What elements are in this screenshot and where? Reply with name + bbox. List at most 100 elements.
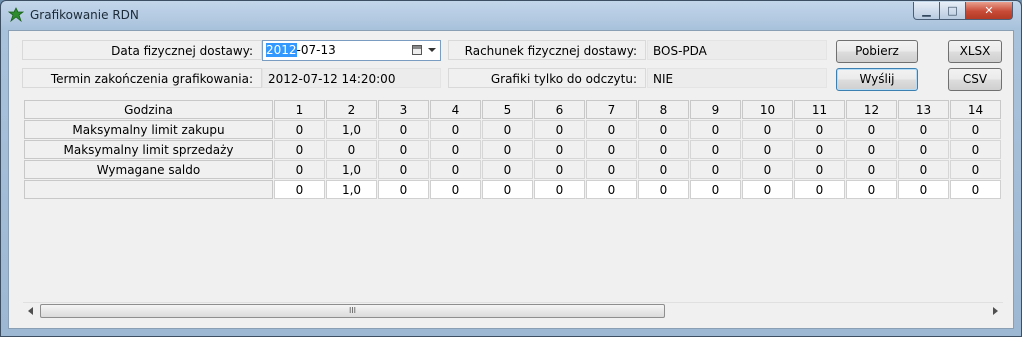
column-header-hour[interactable]: 10 (742, 100, 793, 119)
table-cell: 0 (638, 160, 689, 179)
scroll-thumb[interactable]: III (40, 304, 665, 318)
scroll-right-icon[interactable] (993, 307, 998, 315)
row-label: Maksymalny limit zakupu (24, 120, 273, 139)
column-header-hour[interactable]: 5 (482, 100, 533, 119)
maximize-icon: □ (947, 4, 958, 17)
editable-cell[interactable]: 1,0 (326, 180, 377, 199)
column-header-hour[interactable]: 12 (846, 100, 897, 119)
table-cell: 0 (794, 120, 845, 139)
row-label: Wymagane saldo (24, 160, 273, 179)
table-cell: 0 (638, 120, 689, 139)
table-cell: 0 (690, 120, 741, 139)
xlsx-button[interactable]: XLSX (948, 40, 1002, 63)
editable-cell[interactable]: 0 (586, 180, 637, 199)
minimize-icon: ▁ (922, 4, 931, 17)
csv-button[interactable]: CSV (948, 68, 1002, 91)
readonly-value: NIE (647, 68, 827, 88)
column-header-hour[interactable]: 9 (690, 100, 741, 119)
grid-header-row: Godzina 1 2 3 4 5 6 7 8 9 10 11 12 13 14 (24, 100, 1001, 119)
editable-cell[interactable]: 0 (742, 180, 793, 199)
table-cell: 0 (378, 160, 429, 179)
input-row: 0 1,0 0 0 0 0 0 0 0 0 0 0 0 0 (24, 180, 1001, 199)
table-cell: 0 (742, 120, 793, 139)
close-icon: ✕ (984, 4, 994, 17)
table-cell: 0 (586, 140, 637, 159)
table-cell: 0 (742, 160, 793, 179)
editable-cell[interactable]: 0 (898, 180, 949, 199)
table-cell: 1,0 (326, 160, 377, 179)
calendar-icon[interactable] (412, 45, 422, 55)
chevron-down-icon[interactable] (428, 48, 436, 52)
table-row: Maksymalny limit zakupu 0 1,0 0 0 0 0 0 0 0 0 0 0 0 0 (24, 120, 1001, 139)
table-cell: 0 (274, 120, 325, 139)
fetch-button[interactable]: Pobierz (836, 40, 918, 63)
minimize-button[interactable]: ▁ (913, 2, 940, 20)
table-cell: 0 (378, 140, 429, 159)
client-area: Data fizycznej dostawy: 2012-07-13 Rachu… (8, 30, 1014, 329)
column-header-hour[interactable]: 4 (430, 100, 481, 119)
editable-cell[interactable]: 0 (638, 180, 689, 199)
date-picker[interactable]: 2012-07-13 (262, 40, 441, 61)
table-cell: 0 (534, 120, 585, 139)
table-row: Maksymalny limit sprzedaży 0 0 0 0 0 0 0 0 0 0 0 0 0 0 (24, 140, 1001, 159)
column-header-hour[interactable]: 1 (274, 100, 325, 119)
account-value: BOS-PDA (647, 40, 827, 60)
title-bar[interactable]: Grafikowanie RDN ▁ □ ✕ (1, 1, 1021, 29)
input-row-label (24, 180, 273, 199)
table-cell: 0 (898, 120, 949, 139)
horizontal-scrollbar[interactable]: III (23, 302, 1003, 320)
table-cell: 0 (534, 140, 585, 159)
hours-grid: Godzina 1 2 3 4 5 6 7 8 9 10 11 12 13 14 Maksymalny lim… (23, 99, 1002, 200)
table-cell: 0 (326, 140, 377, 159)
table-cell: 0 (586, 160, 637, 179)
table-cell: 0 (430, 160, 481, 179)
close-button[interactable]: ✕ (965, 2, 1013, 20)
table-cell: 0 (846, 140, 897, 159)
table-cell: 0 (430, 140, 481, 159)
column-header-hour[interactable]: 11 (794, 100, 845, 119)
green-leaf-icon (8, 7, 24, 23)
editable-cell[interactable]: 0 (430, 180, 481, 199)
app-window: Grafikowanie RDN ▁ □ ✕ Data fizycznej do… (0, 0, 1022, 337)
column-header-hour[interactable]: 7 (586, 100, 637, 119)
editable-cell[interactable]: 0 (274, 180, 325, 199)
table-cell: 0 (482, 120, 533, 139)
table-cell: 0 (950, 120, 1001, 139)
deadline-value: 2012-07-12 14:20:00 (262, 68, 441, 88)
editable-cell[interactable]: 0 (794, 180, 845, 199)
date-rest: -07-13 (296, 43, 336, 57)
table-cell: 0 (378, 120, 429, 139)
editable-cell[interactable]: 0 (950, 180, 1001, 199)
column-header-hour[interactable]: 2 (326, 100, 377, 119)
editable-cell[interactable]: 0 (534, 180, 585, 199)
table-cell: 0 (274, 160, 325, 179)
editable-cell[interactable]: 0 (846, 180, 897, 199)
table-cell: 0 (690, 160, 741, 179)
column-header-hour[interactable]: 8 (638, 100, 689, 119)
editable-cell[interactable]: 0 (482, 180, 533, 199)
table-cell: 0 (794, 140, 845, 159)
window-title: Grafikowanie RDN (30, 8, 139, 22)
editable-cell[interactable]: 0 (378, 180, 429, 199)
column-header-hour[interactable]: 3 (378, 100, 429, 119)
maximize-button[interactable]: □ (939, 2, 966, 20)
table-cell: 0 (690, 140, 741, 159)
table-cell: 0 (898, 140, 949, 159)
table-cell: 0 (534, 160, 585, 179)
table-cell: 0 (430, 120, 481, 139)
readonly-label: Grafiki tylko do odczytu: (448, 68, 646, 88)
table-cell: 0 (274, 140, 325, 159)
column-header-hour[interactable]: 6 (534, 100, 585, 119)
table-cell: 0 (950, 140, 1001, 159)
scroll-left-icon[interactable] (28, 307, 33, 315)
table-cell: 0 (898, 160, 949, 179)
table-row: Wymagane saldo 0 1,0 0 0 0 0 0 0 0 0 0 0 0 0 (24, 160, 1001, 179)
column-header-hour[interactable]: 13 (898, 100, 949, 119)
send-button[interactable]: Wyślij (836, 68, 918, 91)
row-label: Maksymalny limit sprzedaży (24, 140, 273, 159)
editable-cell[interactable]: 0 (690, 180, 741, 199)
table-cell: 1,0 (326, 120, 377, 139)
table-cell: 0 (482, 160, 533, 179)
column-header-hour[interactable]: 14 (950, 100, 1001, 119)
table-cell: 0 (482, 140, 533, 159)
